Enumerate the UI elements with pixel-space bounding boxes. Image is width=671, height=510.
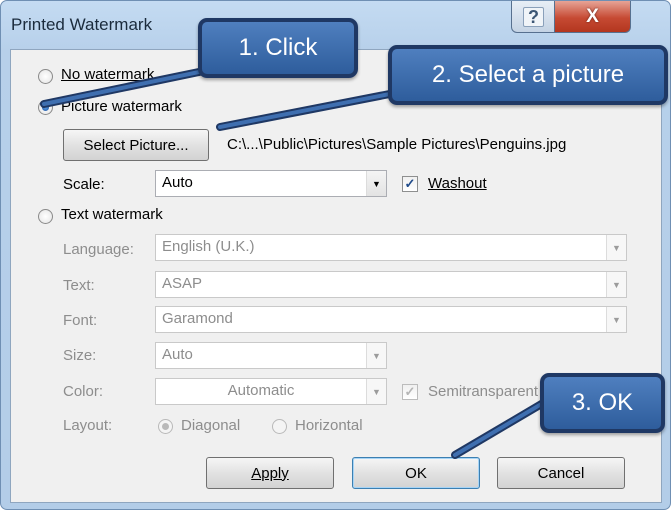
close-icon: X xyxy=(586,5,599,27)
chevron-down-icon: ▼ xyxy=(606,235,626,260)
washout-label[interactable]: Washout xyxy=(428,175,487,192)
language-label: Language: xyxy=(63,241,134,258)
color-value: Automatic xyxy=(227,382,295,399)
text-watermark-label[interactable]: Text watermark xyxy=(61,206,163,223)
size-dropdown[interactable]: Auto ▼ xyxy=(155,342,387,369)
ok-button[interactable]: OK xyxy=(352,457,480,489)
no-watermark-label[interactable]: No watermark xyxy=(61,66,154,83)
color-label: Color: xyxy=(63,383,104,400)
size-value: Auto xyxy=(162,346,193,363)
horizontal-label[interactable]: Horizontal xyxy=(295,417,363,434)
semitransparent-checkbox[interactable]: ✓ xyxy=(402,384,418,400)
dialog-title: Printed Watermark xyxy=(11,15,153,34)
washout-checkbox[interactable]: ✓ xyxy=(402,176,418,192)
text-value: ASAP xyxy=(162,275,203,292)
cancel-button[interactable]: Cancel xyxy=(497,457,625,489)
language-dropdown[interactable]: English (U.K.) ▼ xyxy=(155,234,627,261)
no-watermark-radio[interactable] xyxy=(38,69,53,84)
chevron-down-icon: ▼ xyxy=(606,272,626,297)
color-dropdown[interactable]: Automatic ▼ xyxy=(155,378,387,405)
language-value: English (U.K.) xyxy=(162,238,255,255)
chevron-down-icon: ▼ xyxy=(606,307,626,332)
font-value: Garamond xyxy=(162,310,233,327)
font-dropdown[interactable]: Garamond ▼ xyxy=(155,306,627,333)
text-label: Text: xyxy=(63,277,95,294)
picture-watermark-radio[interactable] xyxy=(38,100,53,115)
picture-path: C:\...\Public\Pictures\Sample Pictures\P… xyxy=(227,136,567,153)
callout-step-1: 1. Click xyxy=(198,18,358,78)
picture-watermark-label[interactable]: Picture watermark xyxy=(61,98,182,115)
layout-label: Layout: xyxy=(63,417,113,434)
text-dropdown[interactable]: ASAP ▼ xyxy=(155,271,627,298)
size-label: Size: xyxy=(63,347,97,364)
chevron-down-icon: ▼ xyxy=(366,343,386,368)
font-label: Font: xyxy=(63,312,98,329)
chevron-down-icon: ▼ xyxy=(366,379,386,404)
scale-value: Auto xyxy=(162,174,193,191)
horizontal-radio[interactable] xyxy=(272,419,287,434)
diagonal-radio[interactable] xyxy=(158,419,173,434)
text-watermark-radio[interactable] xyxy=(38,209,53,224)
diagonal-label[interactable]: Diagonal xyxy=(181,417,240,434)
callout-step-3: 3. OK xyxy=(540,373,665,433)
close-button[interactable]: X xyxy=(554,1,631,33)
dialog-body: No watermark Picture watermark Select Pi… xyxy=(10,49,662,503)
apply-button[interactable]: Apply xyxy=(206,457,334,489)
chevron-down-icon: ▼ xyxy=(366,171,386,196)
callout-step-2: 2. Select a picture xyxy=(388,45,668,105)
select-picture-button[interactable]: Select Picture... xyxy=(63,129,209,161)
semitransparent-label[interactable]: Semitransparent xyxy=(428,383,538,400)
help-icon: ? xyxy=(523,6,544,27)
scale-label: Scale: xyxy=(63,176,105,193)
scale-dropdown[interactable]: Auto ▼ xyxy=(155,170,387,197)
help-button[interactable]: ? xyxy=(511,1,556,33)
